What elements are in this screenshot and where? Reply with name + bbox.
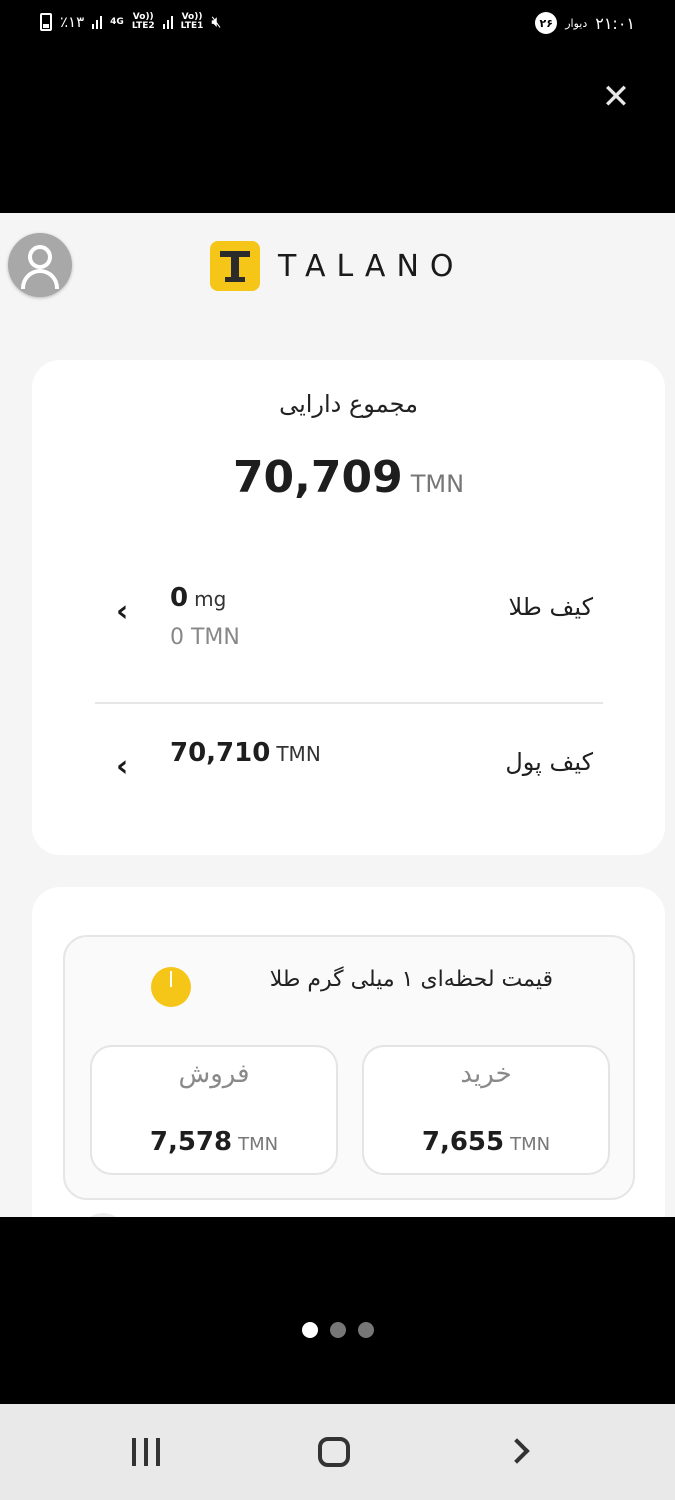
- battery-percent: ٪۱۳: [60, 13, 85, 31]
- sell-price: 7,578 TMN: [92, 1127, 336, 1157]
- close-icon[interactable]: ✕: [599, 80, 633, 114]
- status-indicators-right: ۲۱:۰۱ دیوار ۲۶: [535, 12, 635, 34]
- notification-badge: ۲۶: [535, 12, 558, 34]
- gold-wallet-toman-value: 0 TMN: [170, 625, 240, 650]
- signal-icon: [162, 15, 173, 29]
- screenshot-pager: [0, 1322, 675, 1338]
- brand-name: TALANO: [278, 248, 465, 284]
- chevron-left-icon: ‹: [116, 749, 129, 784]
- buy-price-value: 7,655: [421, 1127, 505, 1157]
- buy-label: خرید: [460, 1059, 512, 1089]
- network-4g-label: 4G: [110, 16, 124, 27]
- assets-card: مجموع دارایی 70,709 TMN ‹ 0 mg 0 TMN کیف ط…: [32, 360, 665, 855]
- gold-amount-unit: mg: [194, 587, 227, 611]
- divider: [95, 702, 603, 704]
- total-assets-unit: TMN: [410, 470, 465, 498]
- profile-avatar-icon[interactable]: [8, 233, 72, 297]
- pager-dot[interactable]: [301, 1322, 318, 1338]
- total-assets-amount: 70,709 TMN: [32, 452, 665, 503]
- home-icon[interactable]: [314, 1434, 354, 1474]
- navigation-bar: [0, 1404, 675, 1500]
- gold-wallet-row[interactable]: ‹ 0 mg 0 TMN کیف طلا: [32, 575, 665, 655]
- sell-price-value: 7,578: [149, 1127, 233, 1157]
- buy-price-tile[interactable]: خرید 7,655 TMN: [362, 1045, 610, 1175]
- status-bar: ٪۱۳ 4G Vo)) LTE2 Vo)) LTE1 🔇︎ ۲۱:۰۱ دیوار …: [0, 0, 675, 48]
- live-price-card: قیمت لحظه‌ای ۱ میلی گرم طلا فروش 7,578 TM…: [32, 887, 665, 1217]
- network-sim1-label: Vo)) LTE1: [180, 12, 204, 31]
- total-assets-title: مجموع دارایی: [279, 390, 418, 418]
- live-price-box: قیمت لحظه‌ای ۱ میلی گرم طلا فروش 7,578 TM…: [63, 935, 635, 1200]
- chevron-left-icon: ‹: [116, 594, 129, 629]
- sell-price-tile[interactable]: فروش 7,578 TMN: [90, 1045, 338, 1175]
- pager-dot[interactable]: [329, 1322, 346, 1338]
- status-indicators-left: ٪۱۳ 4G Vo)) LTE2 Vo)) LTE1 🔇︎: [40, 12, 222, 32]
- clock: ۲۱:۰۱: [595, 13, 635, 33]
- gold-amount-value: 0: [170, 583, 189, 613]
- pager-dot[interactable]: [357, 1322, 374, 1338]
- battery-icon: [40, 13, 52, 31]
- cash-amount-unit: TMN: [276, 742, 321, 766]
- app-screenshot-panel: TALANO مجموع دارایی 70,709 TMN ‹ 0 mg 0 TM…: [0, 213, 675, 1217]
- buy-price-unit: TMN: [510, 1134, 551, 1155]
- network-sim2-label: Vo)) LTE2: [131, 12, 155, 31]
- mute-icon: 🔇︎: [211, 12, 222, 31]
- signal-icon: [92, 15, 103, 29]
- notification-app-label: دیوار: [565, 16, 588, 30]
- talano-logo-icon: [210, 241, 260, 291]
- brand-logo: TALANO: [210, 241, 465, 291]
- recent-apps-icon[interactable]: [126, 1434, 166, 1474]
- cash-wallet-amount: 70,710 TMN: [170, 738, 321, 768]
- timer-icon: [151, 967, 191, 1007]
- total-assets-value: 70,709: [232, 452, 403, 503]
- gold-wallet-amount: 0 mg: [170, 583, 226, 613]
- cash-amount-value: 70,710: [170, 738, 271, 768]
- sell-price-unit: TMN: [238, 1134, 279, 1155]
- gold-wallet-label: کیف طلا: [508, 593, 593, 621]
- buy-price: 7,655 TMN: [364, 1127, 608, 1157]
- cash-wallet-row[interactable]: ‹ 70,710 TMN کیف پول: [32, 730, 665, 810]
- cash-wallet-label: کیف پول: [505, 748, 593, 776]
- back-icon[interactable]: [502, 1434, 542, 1474]
- sell-label: فروش: [178, 1059, 250, 1089]
- live-price-title: قیمت لحظه‌ای ۱ میلی گرم طلا: [269, 967, 553, 992]
